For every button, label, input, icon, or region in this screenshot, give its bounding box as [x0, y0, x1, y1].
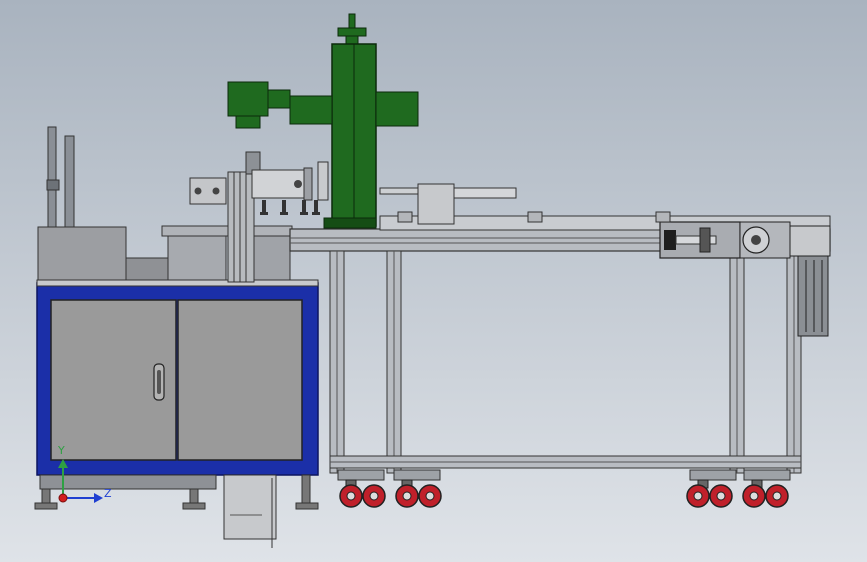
door-handle-slot	[157, 370, 161, 394]
triad-x-origin	[58, 493, 68, 503]
bolt	[294, 180, 302, 188]
discharge-chute	[223, 474, 277, 540]
cabinet-top-plate	[36, 279, 319, 287]
cabinet-door-right	[177, 299, 303, 461]
leveling-foot	[301, 474, 311, 504]
cabinet-skirt	[39, 474, 217, 490]
feeder-housing	[167, 235, 227, 281]
spindle-arm-left	[289, 95, 333, 125]
leveling-foot-pad	[182, 502, 206, 510]
servo-motor	[797, 255, 829, 337]
upright-rod	[47, 126, 57, 228]
cylinder-rod	[453, 187, 517, 199]
leveling-foot	[41, 488, 51, 504]
leveling-foot-pad	[34, 502, 58, 510]
vertical-post	[227, 171, 255, 283]
rod-clamp	[46, 179, 60, 191]
spindle-arm-right	[375, 91, 419, 127]
cad-viewport[interactable]: Y Z	[0, 0, 867, 562]
machine-drawing: Y Z	[0, 0, 867, 562]
motor-mount	[789, 225, 831, 257]
triad-y-label: Y	[57, 444, 65, 457]
pneumatic-cylinder	[417, 183, 455, 225]
upright-rod	[64, 135, 75, 229]
triad-z-label: Z	[104, 487, 112, 500]
hopper-step	[125, 257, 169, 281]
spindle-motor	[227, 81, 269, 117]
feeder-rail	[161, 225, 293, 237]
leveling-foot	[189, 488, 199, 504]
hopper-box	[37, 226, 127, 281]
column-handle	[337, 27, 367, 37]
feeder-housing	[253, 235, 291, 281]
sensor-bracket	[317, 161, 329, 201]
leveling-foot-pad	[295, 502, 319, 510]
actuator-end	[664, 230, 676, 250]
